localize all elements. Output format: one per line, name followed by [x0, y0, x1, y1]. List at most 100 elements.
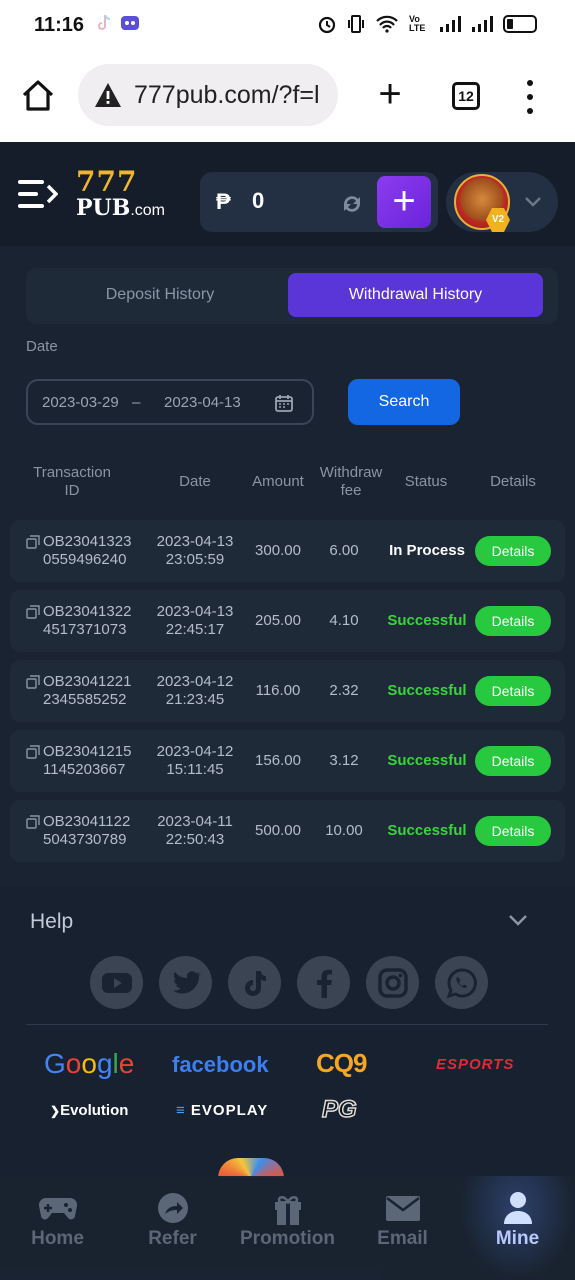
partner-google-logo: Google — [44, 1048, 135, 1079]
twitter-icon[interactable] — [159, 956, 212, 1009]
floating-promo-icon[interactable] — [218, 1158, 284, 1178]
copy-icon[interactable] — [26, 535, 40, 549]
details-button[interactable]: Details — [475, 536, 551, 566]
withdraw-fee: 6.00 — [329, 542, 359, 559]
column-status: Status — [404, 473, 448, 490]
menu-icon[interactable] — [18, 178, 58, 210]
battery-icon — [503, 15, 537, 33]
partner-evolution-logo: ❯Evolution — [50, 1102, 129, 1119]
gift-icon — [275, 1196, 301, 1225]
status-badge: Successful — [387, 682, 467, 699]
deposit-add-button[interactable]: + — [377, 176, 431, 228]
transaction-amount: 205.00 — [255, 612, 301, 629]
table-row: OB23041322 4517371073 2023-04-13 22:45:17 … — [10, 590, 565, 652]
column-transaction-id: Transaction ID — [33, 464, 111, 499]
details-button[interactable]: Details — [475, 676, 551, 706]
signal-icon — [440, 16, 461, 32]
mail-icon — [386, 1196, 420, 1221]
status-badge: Successful — [387, 752, 467, 769]
youtube-icon[interactable] — [90, 956, 143, 1009]
date-separator: – — [132, 394, 141, 411]
partner-esports-logo: ESPORTS — [436, 1056, 515, 1073]
date-range-picker[interactable]: 2023-03-29 – 2023-04-13 — [26, 379, 314, 425]
details-button[interactable]: Details — [475, 746, 551, 776]
copy-icon[interactable] — [26, 605, 40, 619]
copy-icon[interactable] — [26, 745, 40, 759]
transaction-id: OB23041323 — [43, 533, 132, 550]
table-header: Transaction ID Date Amount Withdraw fee … — [10, 464, 565, 504]
help-title[interactable]: Help — [30, 910, 73, 934]
nav-email[interactable]: Email — [345, 1176, 460, 1280]
status-badge: Successful — [387, 822, 467, 839]
bottom-nav: Home Refer Promotion Email Mine — [0, 1176, 575, 1280]
chevron-down-icon[interactable] — [524, 192, 542, 210]
social-links — [90, 956, 488, 1009]
home-icon[interactable] — [20, 78, 56, 114]
address-bar[interactable]: 777pub.com/?f=l — [78, 64, 338, 126]
partner-evoplay-logo: ≡ EVOPLAY — [176, 1102, 269, 1119]
date-label: Date — [26, 338, 58, 355]
withdraw-fee: 4.10 — [329, 612, 359, 629]
profile-menu[interactable]: V2 — [446, 172, 558, 232]
transaction-amount: 300.00 — [255, 542, 301, 559]
gamepad-icon — [38, 1197, 78, 1220]
divider — [26, 1024, 548, 1025]
copy-icon[interactable] — [26, 815, 40, 829]
details-button[interactable]: Details — [475, 606, 551, 636]
nav-home[interactable]: Home — [0, 1176, 115, 1280]
status-badge: Successful — [387, 612, 467, 629]
site-header: 777 PUB.com ₱ 0 + V2 — [0, 142, 575, 246]
transaction-date: 2023-04-13 — [156, 603, 234, 620]
browser-toolbar: 777pub.com/?f=l + 12 — [0, 52, 575, 142]
tab-switcher-button[interactable]: 12 — [452, 82, 480, 110]
date-to[interactable]: 2023-04-13 — [164, 394, 241, 411]
status-time: 11:16 — [34, 14, 85, 36]
network-label: Vo LTE — [409, 14, 426, 33]
tab-deposit-history[interactable]: Deposit History — [32, 273, 288, 317]
browser-menu-button[interactable] — [520, 80, 540, 114]
tiktok-notification-icon — [98, 14, 111, 30]
tab-withdrawal-history[interactable]: Withdrawal History — [288, 273, 543, 317]
nav-refer[interactable]: Refer — [115, 1176, 230, 1280]
transaction-date: 2023-04-11 — [157, 813, 233, 830]
nav-mine[interactable]: Mine — [460, 1176, 575, 1280]
withdraw-fee: 3.12 — [329, 752, 359, 769]
partner-pg-logo: PG — [321, 1095, 357, 1124]
transaction-date: 2023-04-13 — [156, 533, 234, 550]
url-text: 777pub.com/?f=l — [134, 80, 320, 109]
game-notification-icon — [121, 16, 139, 30]
nav-promotion[interactable]: Promotion — [230, 1176, 345, 1280]
date-from[interactable]: 2023-03-29 — [42, 394, 119, 411]
column-details: Details — [490, 473, 536, 490]
transaction-amount: 156.00 — [255, 752, 301, 769]
status-badge: In Process — [389, 542, 465, 559]
table-row: OB23041215 1145203667 2023-04-12 15:11:45 … — [10, 730, 565, 792]
facebook-icon[interactable] — [297, 956, 350, 1009]
alarm-icon — [318, 16, 336, 34]
whatsapp-icon[interactable] — [435, 956, 488, 1009]
transaction-id: OB23041215 — [43, 743, 132, 760]
column-withdraw-fee: Withdraw fee — [319, 464, 383, 499]
chevron-down-icon[interactable] — [508, 912, 528, 928]
wifi-icon — [376, 15, 398, 33]
vibrate-icon — [348, 15, 364, 33]
new-tab-button[interactable]: + — [372, 74, 408, 116]
transaction-id: OB23041122 — [43, 813, 131, 830]
partner-cq9-logo: CQ9 — [316, 1048, 367, 1078]
warning-icon — [95, 83, 121, 107]
calendar-icon[interactable] — [274, 393, 294, 413]
copy-icon[interactable] — [26, 675, 40, 689]
column-amount: Amount — [252, 473, 304, 490]
details-button[interactable]: Details — [475, 816, 551, 846]
transaction-amount: 116.00 — [255, 682, 301, 699]
instagram-icon[interactable] — [366, 956, 419, 1009]
withdraw-fee: 10.00 — [325, 822, 363, 839]
tiktok-icon[interactable] — [228, 956, 281, 1009]
wallet-balance: ₱ 0 + — [200, 172, 438, 232]
user-icon — [504, 1192, 532, 1224]
site-logo[interactable]: 777 PUB.com — [76, 168, 186, 221]
history-tabs: Deposit History Withdrawal History — [26, 268, 558, 324]
share-icon — [158, 1193, 188, 1223]
refresh-icon[interactable] — [338, 190, 366, 218]
search-button[interactable]: Search — [348, 379, 460, 425]
